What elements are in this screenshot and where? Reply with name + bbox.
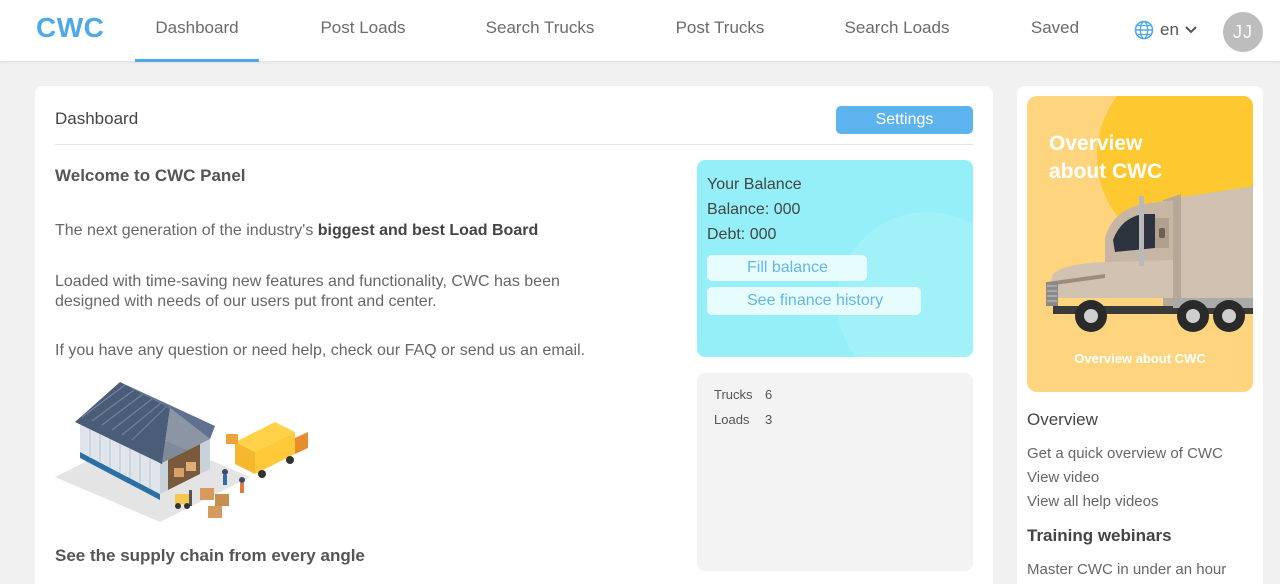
nav-saved[interactable]: Saved: [1015, 0, 1095, 62]
nav-dashboard[interactable]: Dashboard: [135, 0, 259, 62]
fill-balance-button[interactable]: Fill balance: [707, 255, 867, 281]
overview-heading: Overview: [1027, 410, 1098, 429]
nav-search-trucks[interactable]: Search Trucks: [470, 0, 610, 62]
overview-promo-card[interactable]: Overview about CWC Overview about CWC: [1027, 96, 1253, 392]
settings-button[interactable]: Settings: [836, 106, 973, 134]
training-heading: Training webinars: [1027, 526, 1172, 545]
decorative-circle: [837, 212, 973, 357]
stat-loads: Loads 3: [714, 412, 772, 427]
finance-history-button[interactable]: See finance history: [707, 287, 921, 315]
help-text: If you have any question or need help, c…: [55, 342, 586, 359]
link-master-cwc[interactable]: Master CWC in under an hour: [1027, 561, 1226, 578]
warehouse-illustration: [55, 382, 308, 522]
stat-value: 6: [765, 387, 773, 402]
balance-amount: Balance: 000: [707, 201, 801, 218]
globe-icon: [1134, 20, 1154, 40]
link-view-video[interactable]: View video: [1027, 469, 1099, 486]
header-divider: [55, 144, 973, 145]
promo-caption: Overview about CWC: [1074, 351, 1206, 366]
app-logo[interactable]: CWC: [36, 12, 104, 44]
stat-value: 3: [765, 412, 773, 427]
dashboard-card: Dashboard Settings Welcome to CWC Panel …: [35, 86, 993, 584]
supply-chain-heading: See the supply chain from every angle: [55, 546, 365, 565]
language-label: en: [1160, 20, 1179, 39]
intro-text: The next generation of the industry's bi…: [55, 222, 538, 240]
debt-amount: Debt: 000: [707, 226, 777, 243]
chevron-down-icon: [1185, 26, 1197, 34]
link-quick-overview[interactable]: Get a quick overview of CWC: [1027, 445, 1223, 462]
truck-illustration: [1046, 186, 1253, 332]
intro-bold: biggest and best Load Board: [317, 222, 539, 239]
features-text: Loaded with time-saving new features and…: [55, 273, 560, 310]
language-selector[interactable]: en: [1134, 20, 1197, 40]
page-title: Dashboard: [55, 109, 139, 128]
stat-label: Trucks: [714, 387, 753, 402]
link-all-help-videos[interactable]: View all help videos: [1027, 493, 1158, 510]
stat-trucks: Trucks 6: [714, 387, 772, 402]
nav-post-trucks[interactable]: Post Trucks: [660, 0, 780, 62]
intro-prefix: The next generation of the industry's: [55, 222, 318, 239]
nav-post-loads[interactable]: Post Loads: [305, 0, 421, 62]
nav-search-loads[interactable]: Search Loads: [830, 0, 964, 62]
top-navigation-bar: CWC Dashboard Post Loads Search Trucks P…: [0, 0, 1280, 62]
balance-title: Your Balance: [707, 176, 802, 193]
balance-card: Your Balance Balance: 000 Debt: 000 Fill…: [697, 160, 973, 357]
welcome-heading: Welcome to CWC Panel: [55, 166, 246, 185]
stat-label: Loads: [714, 412, 750, 427]
user-avatar[interactable]: JJ: [1223, 12, 1263, 52]
help-sidebar: Overview about CWC Overview about CWC Ov…: [1017, 86, 1263, 584]
stats-card: Trucks 6 Loads 3: [697, 373, 973, 571]
